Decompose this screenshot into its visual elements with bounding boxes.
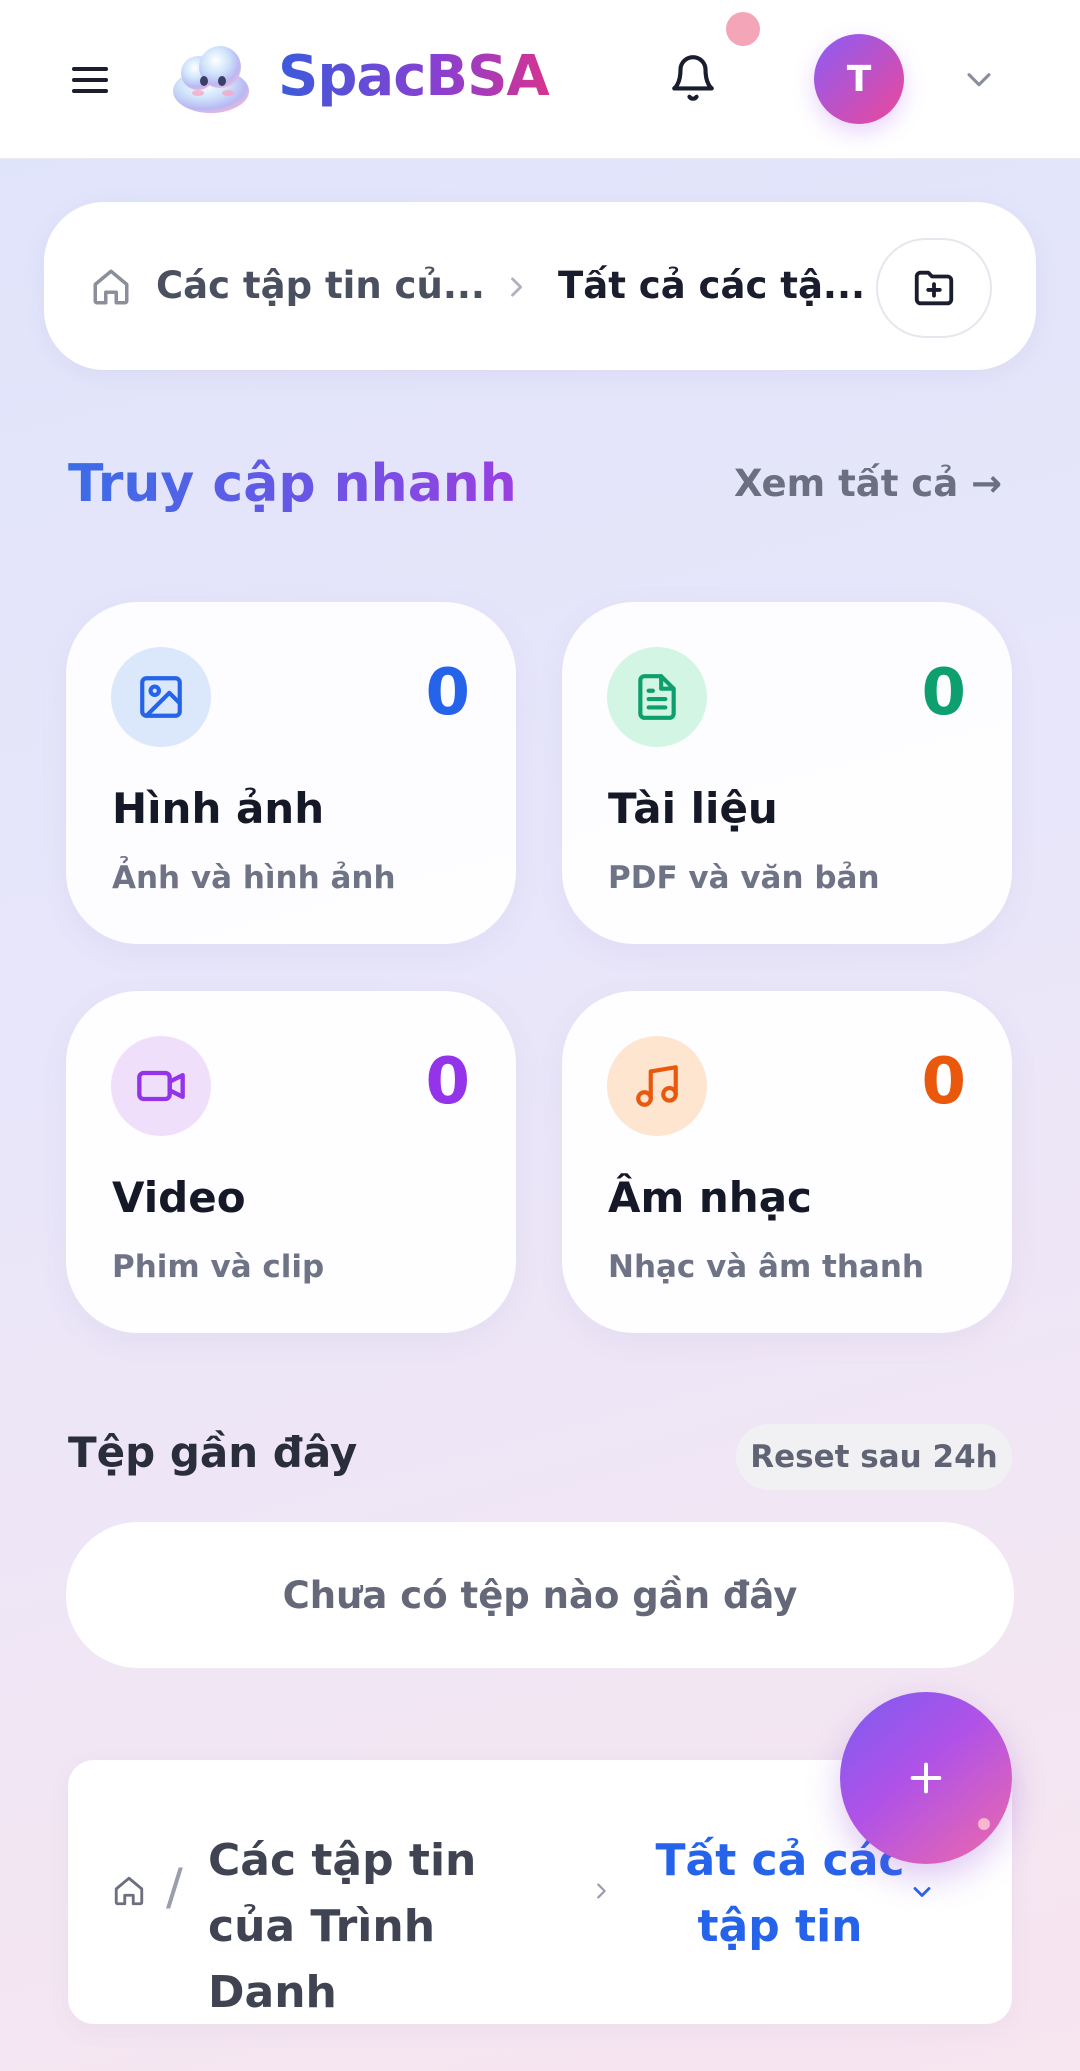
brand-name: SpacBSA <box>278 44 550 109</box>
quick-card-documents[interactable]: 0 Tài liệu PDF và văn bản <box>562 602 1012 944</box>
card-title: Hình ảnh <box>112 784 325 833</box>
chevron-right-icon <box>511 277 523 297</box>
home-icon[interactable] <box>90 266 132 308</box>
card-count: 0 <box>425 1045 470 1119</box>
image-icon <box>111 647 211 747</box>
logo-cloud-icon <box>168 35 254 121</box>
plus-icon <box>910 1762 942 1794</box>
card-subtitle: PDF và văn bản <box>608 860 880 896</box>
quick-access-title: Truy cập nhanh <box>68 454 517 514</box>
card-subtitle: Ảnh và hình ảnh <box>112 860 396 896</box>
bottom-breadcrumb-root[interactable]: Các tập tin của Trình Danh <box>208 1828 548 2026</box>
bell-icon <box>672 55 714 101</box>
quick-card-images[interactable]: 0 Hình ảnh Ảnh và hình ảnh <box>66 602 516 944</box>
card-count: 0 <box>425 656 470 730</box>
folder-plus-icon <box>914 270 954 306</box>
menu-button[interactable] <box>66 58 114 102</box>
chevron-down-icon[interactable] <box>908 1878 936 1906</box>
music-icon <box>607 1036 707 1136</box>
breadcrumb-current[interactable]: Tất cả các tậ... <box>558 264 865 307</box>
card-title: Tài liệu <box>608 784 778 833</box>
hamburger-icon <box>72 67 108 93</box>
card-title: Âm nhạc <box>608 1173 812 1222</box>
user-avatar[interactable]: T <box>814 34 904 124</box>
recent-empty-state: Chưa có tệp nào gần đây <box>66 1522 1014 1668</box>
view-all-link[interactable]: Xem tất cả → <box>734 462 1002 505</box>
card-subtitle: Phim và clip <box>112 1249 325 1285</box>
notifications-button[interactable] <box>668 52 718 104</box>
breadcrumb: Các tập tin củ... Tất cả các tậ... <box>44 202 1036 370</box>
recent-files-title: Tệp gần đây <box>68 1428 358 1477</box>
app-header: SpacBSA T <box>0 0 1080 159</box>
chevron-right-icon <box>597 1883 606 1899</box>
quick-card-music[interactable]: 0 Âm nhạc Nhạc và âm thanh <box>562 991 1012 1333</box>
document-icon <box>607 647 707 747</box>
quick-card-video[interactable]: 0 Video Phim và clip <box>66 991 516 1333</box>
home-icon[interactable] <box>112 1874 146 1908</box>
add-fab-button[interactable]: + <box>840 1692 1012 1864</box>
notification-dot <box>726 12 760 46</box>
bottom-breadcrumb-current[interactable]: Tất cả các tập tin <box>650 1828 910 1960</box>
account-dropdown-button[interactable] <box>962 62 996 96</box>
chevron-down-icon <box>967 73 991 87</box>
breadcrumb-slash: / <box>166 1858 183 1916</box>
breadcrumb-root[interactable]: Các tập tin củ... <box>156 264 485 307</box>
new-folder-button[interactable] <box>876 238 992 338</box>
reset-badge: Reset sau 24h <box>736 1424 1012 1490</box>
fab-indicator-dot <box>978 1818 990 1830</box>
card-subtitle: Nhạc và âm thanh <box>608 1249 924 1285</box>
video-icon <box>111 1036 211 1136</box>
card-title: Video <box>112 1173 246 1222</box>
card-count: 0 <box>921 1045 966 1119</box>
card-count: 0 <box>921 656 966 730</box>
